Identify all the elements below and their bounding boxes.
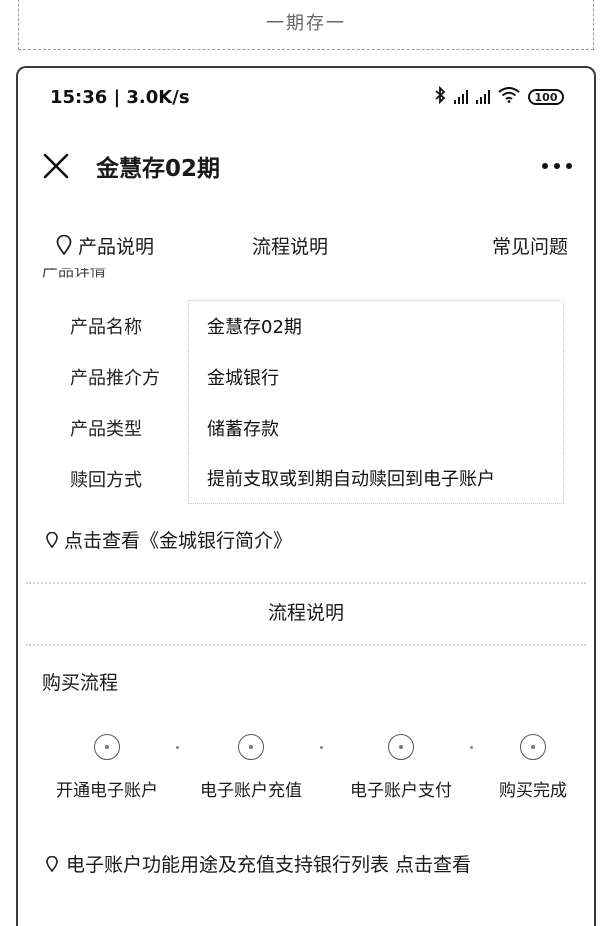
- step-recharge: 电子账户充值: [186, 734, 316, 801]
- signal-icon: [454, 90, 468, 104]
- tab-faq[interactable]: 常见问题: [492, 232, 568, 259]
- tab-product-description[interactable]: 产品说明: [56, 232, 154, 259]
- info-value: 金城银行: [188, 351, 564, 402]
- bank-intro-link[interactable]: 点击查看《金城银行简介》: [46, 526, 292, 553]
- bank-intro-link-text: 点击查看《金城银行简介》: [64, 530, 293, 552]
- more-button[interactable]: [540, 157, 574, 175]
- table-row: 产品类型 储蓄存款: [38, 402, 564, 453]
- section-title-clipped: 产品详情: [42, 268, 162, 282]
- table-row: 产品名称 金慧存02期: [38, 300, 564, 351]
- nav-bar: 金慧存02期: [18, 136, 594, 196]
- more-dot-icon: [542, 163, 548, 169]
- step-label: 开通电子账户: [56, 781, 158, 801]
- page-title: 金慧存02期: [96, 156, 221, 182]
- step-open-account: 开通电子账户: [42, 734, 172, 801]
- info-key: 产品名称: [70, 316, 142, 338]
- product-info-table: 产品名称 金慧存02期 产品推介方 金城银行 产品类型 储蓄存款 赎回方式 提前…: [38, 300, 564, 504]
- more-dot-icon: [554, 163, 560, 169]
- close-button[interactable]: [38, 148, 74, 184]
- status-time: 15:36 | 3.0K/s: [50, 86, 190, 108]
- info-value: 金慧存02期: [188, 300, 564, 351]
- divider: [26, 582, 586, 584]
- step-circle-icon: [94, 734, 120, 760]
- step-pay: 电子账户支付: [336, 734, 466, 801]
- table-row: 产品推介方 金城银行: [38, 351, 564, 402]
- purchase-flow-title: 购买流程: [42, 672, 119, 694]
- battery-icon: 100: [528, 89, 564, 105]
- close-icon: [43, 153, 69, 179]
- step-label: 购买完成: [499, 781, 567, 801]
- info-key: 赎回方式: [70, 469, 142, 491]
- info-value: 储蓄存款: [188, 402, 564, 453]
- tab-process-description[interactable]: 流程说明: [252, 232, 328, 259]
- step-circle-icon: [520, 734, 546, 760]
- account-info-link-text: 电子账户功能用途及充值支持银行列表 点击查看: [66, 854, 472, 876]
- step-label: 电子账户支付: [350, 781, 452, 801]
- info-value: 提前支取或到期自动赎回到电子账户: [188, 453, 564, 504]
- table-row: 赎回方式 提前支取或到期自动赎回到电子账户: [38, 453, 564, 504]
- process-section-header: 流程说明: [267, 602, 344, 624]
- step-circle-icon: [388, 734, 414, 760]
- previous-card-fragment: 一期存一: [18, 0, 594, 50]
- step-complete: 购买完成: [468, 734, 594, 801]
- location-pin-icon: [56, 235, 72, 255]
- info-key: 产品类型: [70, 418, 142, 440]
- tab-bar: 产品说明 流程说明 常见问题: [18, 222, 594, 268]
- tab-label: 流程说明: [252, 235, 329, 258]
- bluetooth-icon: [434, 85, 446, 108]
- divider: [26, 644, 586, 646]
- signal-icon: [476, 90, 490, 104]
- purchase-steps: 开通电子账户 电子账户充值 电子账户支付 购买完成: [18, 734, 594, 814]
- location-pin-icon: [46, 855, 58, 872]
- tab-label: 产品说明: [78, 235, 155, 258]
- more-dot-icon: [566, 163, 572, 169]
- info-key: 产品推介方: [70, 367, 160, 389]
- wifi-icon: [498, 87, 520, 107]
- location-pin-icon: [46, 531, 58, 548]
- previous-card-text: 一期存一: [266, 12, 346, 34]
- step-circle-icon: [238, 734, 264, 760]
- account-info-link[interactable]: 电子账户功能用途及充值支持银行列表 点击查看: [46, 850, 471, 877]
- tab-label: 常见问题: [491, 235, 568, 258]
- step-connector: [320, 746, 323, 749]
- step-connector: [176, 746, 179, 749]
- section-title: 产品详情: [42, 268, 107, 280]
- phone-screen: 15:36 | 3.0K/s 100 金慧存02期 产品说明 流程说明 常见问题…: [16, 66, 596, 926]
- step-label: 电子账户充值: [200, 781, 302, 801]
- status-bar: 15:36 | 3.0K/s 100: [18, 68, 594, 126]
